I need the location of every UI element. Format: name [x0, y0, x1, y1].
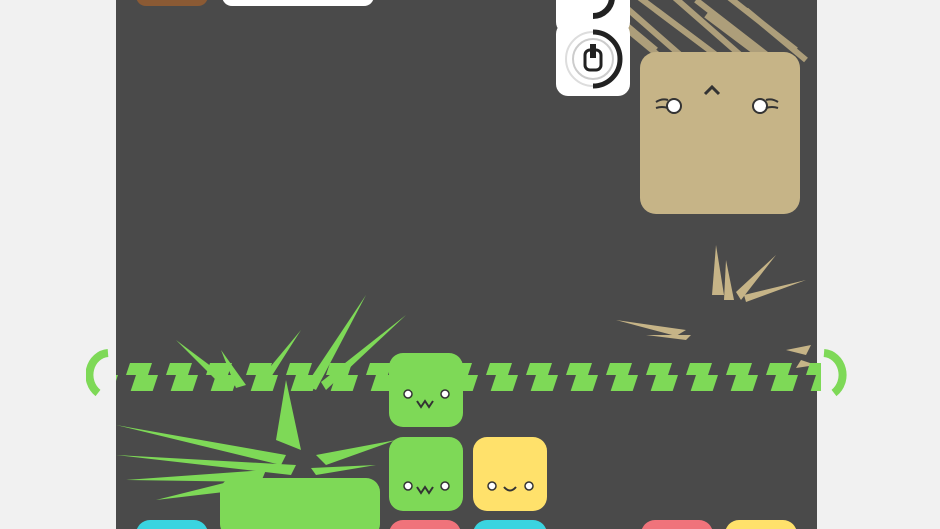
cyan-block[interactable] [473, 520, 547, 529]
white-block-top[interactable] [222, 0, 374, 6]
green-block-large[interactable] [220, 478, 380, 529]
pink-block[interactable] [641, 520, 713, 529]
creature-face [487, 481, 534, 492]
powerup-tile[interactable] [556, 22, 630, 96]
green-line-clear-effect [86, 349, 847, 397]
tan-block-creature[interactable] [640, 52, 800, 214]
cyan-block[interactable] [136, 520, 208, 529]
game-board[interactable] [116, 0, 817, 529]
brown-block-top[interactable] [136, 0, 208, 6]
yellow-block[interactable] [725, 520, 797, 529]
bomb-timer-icon [565, 29, 623, 89]
creature-face [403, 481, 450, 495]
pink-block[interactable] [389, 520, 461, 529]
yellow-block-creature[interactable] [473, 437, 547, 511]
green-block-creature[interactable] [389, 437, 463, 511]
creature-face [655, 84, 779, 114]
